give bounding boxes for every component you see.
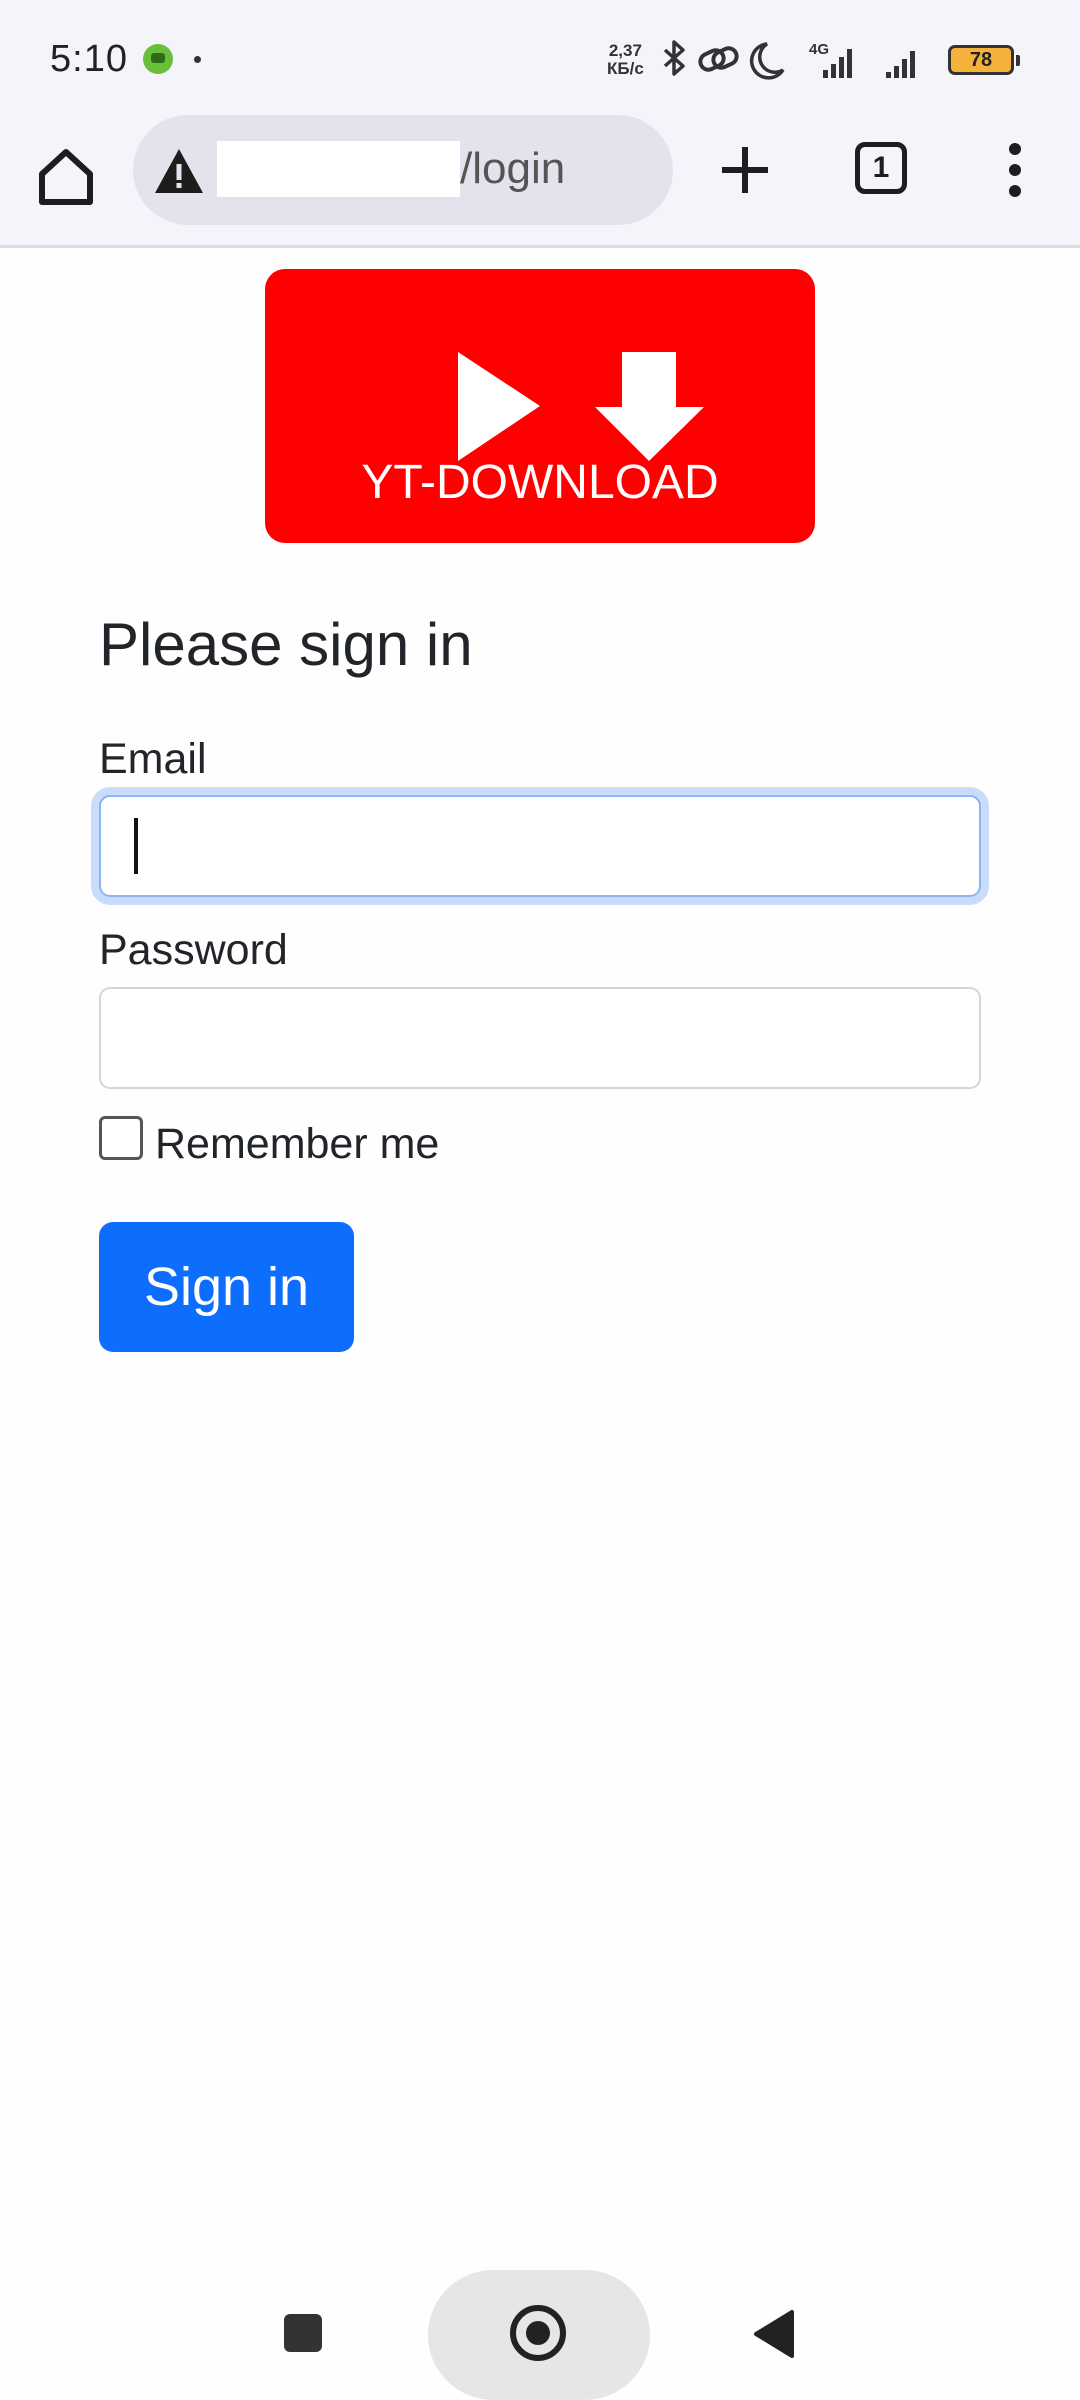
password-field[interactable] — [99, 987, 981, 1089]
logo-text: YT-DOWNLOAD — [361, 456, 719, 509]
bluetooth-icon — [663, 40, 685, 76]
network-speed-unit: КБ/с — [607, 59, 644, 78]
link-icon — [698, 46, 739, 72]
home-icon[interactable] — [30, 140, 102, 212]
back-icon[interactable] — [752, 2308, 794, 2360]
status-icons: 4G — [663, 40, 915, 80]
battery-icon: 78 — [948, 45, 1020, 75]
moon-icon — [749, 42, 785, 80]
warning-icon[interactable] — [151, 143, 207, 199]
url-path: /login — [460, 144, 566, 193]
notification-dot — [194, 56, 201, 63]
network-speed-value: 2,37 — [608, 41, 642, 60]
plus-icon[interactable] — [710, 135, 780, 205]
sign-in-button[interactable]: Sign in — [99, 1222, 354, 1352]
network-speed: 2,37 КБ/с — [607, 42, 644, 78]
more-vert-icon[interactable] — [1000, 135, 1030, 205]
password-label: Password — [99, 926, 288, 974]
status-time: 5:10 — [50, 38, 128, 80]
remember-me-checkbox[interactable] — [99, 1116, 143, 1160]
signal-icon — [886, 51, 915, 78]
remember-me-label[interactable]: Remember me — [155, 1120, 439, 1169]
system-nav-bar — [0, 2260, 1080, 2400]
home-icon[interactable] — [510, 2305, 566, 2361]
text-cursor — [134, 818, 138, 874]
status-bar: 5:10 2,37 КБ/с 4G 78 — [0, 0, 1080, 115]
yt-download-logo: YT-DOWNLOAD — [265, 269, 815, 543]
url-bar[interactable]: /login — [133, 115, 673, 225]
url-host-redacted — [217, 141, 460, 197]
email-field[interactable] — [99, 795, 981, 897]
tabs-icon[interactable]: 1 — [855, 142, 907, 194]
network-type: 4G — [809, 41, 829, 58]
page-title: Please sign in — [99, 611, 473, 678]
app-notification-icon — [143, 44, 173, 74]
email-label: Email — [99, 735, 207, 783]
recents-icon[interactable] — [284, 2314, 322, 2352]
browser-toolbar: /login 1 — [0, 115, 1080, 248]
